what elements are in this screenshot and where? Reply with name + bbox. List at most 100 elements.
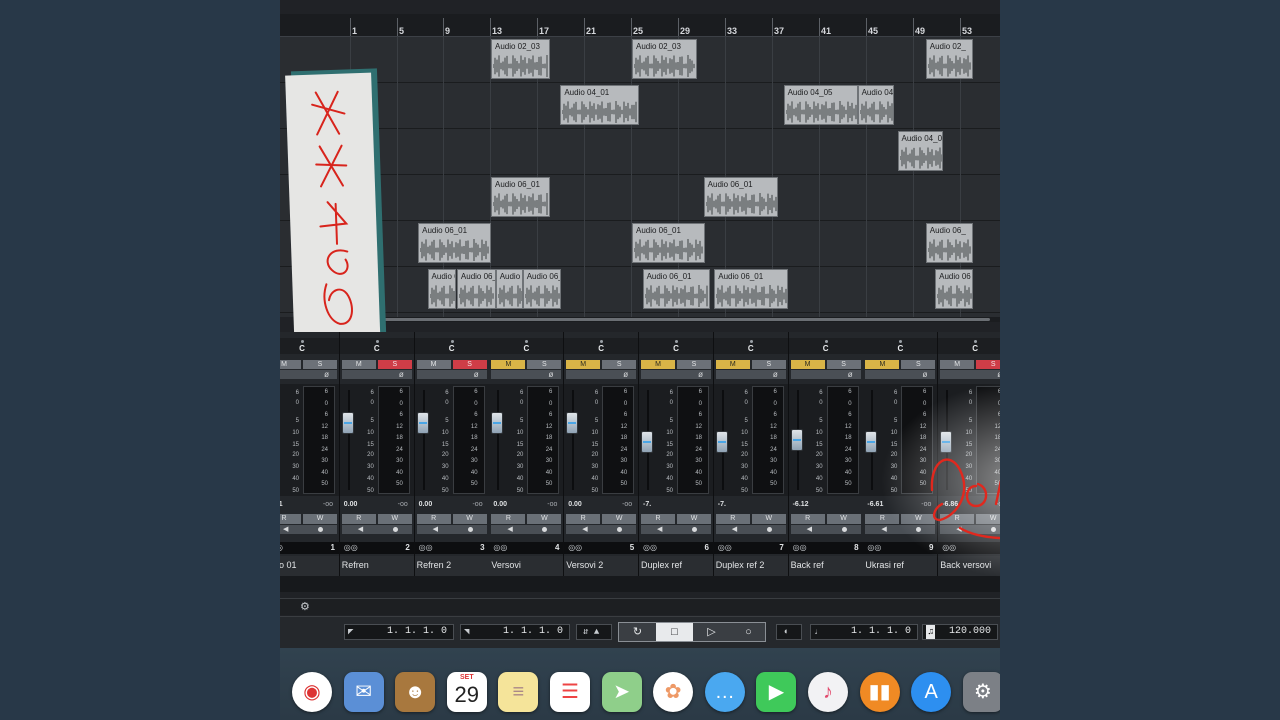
fader-track[interactable] [347,390,350,490]
settings-gear-icon[interactable]: ⚙ [300,600,310,613]
link-icon[interactable]: ◎◎ [568,543,582,552]
read-automation-button[interactable]: R [641,514,675,524]
channel-options-row[interactable]: ø [641,370,711,379]
phase-invert-icon[interactable]: ø [997,370,1000,379]
write-automation-button[interactable]: W [751,514,786,524]
volume-value[interactable]: -7. [718,501,726,508]
phase-invert-icon[interactable]: ø [698,370,703,379]
photos-icon[interactable]: ✿ [653,672,694,712]
chrome-icon[interactable]: ◉ [292,672,332,712]
pan-knob[interactable]: C [863,338,938,354]
record-enable-icon[interactable] [467,527,473,532]
channel-options-row[interactable]: ø [865,370,936,379]
itunes-icon[interactable]: ♪ [808,672,848,712]
marker-nav-buttons[interactable]: ⇵ ▲ [576,624,612,640]
mute-button[interactable]: M [641,360,675,369]
read-automation-button[interactable]: R [865,514,900,524]
right-locator-field[interactable]: ◥ 1. 1. 1. 0 [460,624,570,640]
channel-options-row[interactable]: ø [566,370,637,379]
audio-clip[interactable]: Audio 04_0 [897,131,944,171]
record-enable-icon[interactable] [617,527,623,532]
phase-invert-icon[interactable]: ø [549,370,554,379]
audio-clip[interactable]: Audio 06_01 [642,269,710,309]
fader-track[interactable] [422,390,425,490]
volume-value[interactable]: 15.1 [280,501,283,508]
volume-fader[interactable] [790,429,803,452]
volume-fader[interactable] [641,431,653,453]
stop-icon[interactable]: □ [656,623,693,641]
write-automation-button[interactable]: W [602,514,637,524]
system-preferences-icon[interactable]: ⚙ [962,672,1000,712]
monitor-icon[interactable]: ◀ [807,525,812,534]
solo-button[interactable]: S [527,360,562,369]
solo-button[interactable]: S [751,360,786,369]
maps-icon[interactable]: ➤ [601,672,642,712]
volume-fader[interactable] [566,411,579,434]
mute-button[interactable]: M [280,360,301,369]
write-automation-button[interactable]: W [303,514,337,524]
track-lane[interactable] [280,175,1000,221]
fader-track[interactable] [497,390,500,490]
metronome-toggle[interactable]: ◐ [776,624,802,640]
tempo-field[interactable]: ♫ 120.000 [922,624,998,640]
audio-clip[interactable]: Audio 06_01 [703,177,778,217]
solo-button[interactable]: S [826,360,861,369]
mute-button[interactable]: M [416,360,451,369]
pan-knob[interactable]: C [339,338,414,354]
mute-button[interactable]: M [940,360,975,369]
solo-button[interactable]: S [976,360,1000,369]
volume-fader[interactable] [416,411,429,434]
solo-button[interactable]: S [452,360,487,369]
channel-name-field[interactable]: Back ref [788,556,863,576]
link-icon[interactable]: ◎◎ [718,543,732,552]
link-icon[interactable]: ◎◎ [867,543,881,552]
audio-clip[interactable]: Audio 02_03 [632,39,697,79]
reminders-icon[interactable]: ☰ [550,672,590,712]
left-locator-field[interactable]: ◤ 1. 1. 1. 0 [344,624,454,640]
scrollbar-thumb[interactable] [375,318,990,321]
channel-name-field[interactable]: Versovi [489,556,564,576]
audio-clip[interactable]: Audio 06 [935,269,973,309]
facetime-icon[interactable]: ▶ [756,672,797,712]
volume-value[interactable]: 0.00 [419,501,433,508]
channel-name-field[interactable]: Duplex ref [639,556,713,576]
volume-fader[interactable] [341,411,354,434]
volume-fader[interactable] [865,431,878,453]
channel-name-field[interactable]: Refren [339,556,414,576]
monitor-icon[interactable]: ◀ [283,525,288,534]
link-icon[interactable]: ◎◎ [493,543,507,552]
phase-invert-icon[interactable]: ø [848,370,853,379]
mute-button[interactable]: M [566,360,601,369]
audio-clip[interactable]: Audio 06_0 [522,269,562,309]
channel-name-field[interactable]: Versovi 2 [564,556,639,576]
messages-icon[interactable]: … [704,672,745,712]
read-automation-button[interactable]: R [491,514,526,524]
phase-invert-icon[interactable]: ø [399,370,404,379]
volume-value[interactable]: 0.00 [493,501,507,508]
audio-clip[interactable]: Audio 02_03 [491,39,550,79]
record-enable-icon[interactable] [766,527,772,532]
audio-clip[interactable]: Audio 06_01 [714,269,789,309]
audio-clip[interactable]: Audio 0 [495,269,523,309]
solo-button[interactable]: S [303,360,337,369]
solo-button[interactable]: S [377,360,412,369]
channel-options-row[interactable]: ø [416,370,487,379]
record-enable-icon[interactable] [392,527,398,532]
phase-invert-icon[interactable]: ø [623,370,628,379]
channel-options-row[interactable]: ø [715,370,786,379]
calendar-icon[interactable]: SET 29 [446,672,487,712]
pan-knob[interactable]: C [713,338,788,354]
volume-value[interactable]: -6.12 [793,501,809,508]
contacts-icon[interactable]: ☻ [395,672,436,712]
pan-knob[interactable]: C [414,338,489,354]
ibooks-icon[interactable]: ▮▮ [859,672,900,712]
write-automation-button[interactable]: W [527,514,562,524]
phase-invert-icon[interactable]: ø [324,370,329,379]
audio-clip[interactable]: Audio 04_05 [783,85,858,125]
arrangement-area[interactable]: Audio 02_03 Audio 02_03 Audio 02_ Audio 04_… [280,37,1000,317]
record-enable-icon[interactable] [692,527,697,532]
monitor-icon[interactable]: ◀ [582,525,587,534]
track-lane[interactable] [280,129,1000,175]
link-icon[interactable]: ◎◎ [419,543,433,552]
mute-button[interactable]: M [790,360,825,369]
